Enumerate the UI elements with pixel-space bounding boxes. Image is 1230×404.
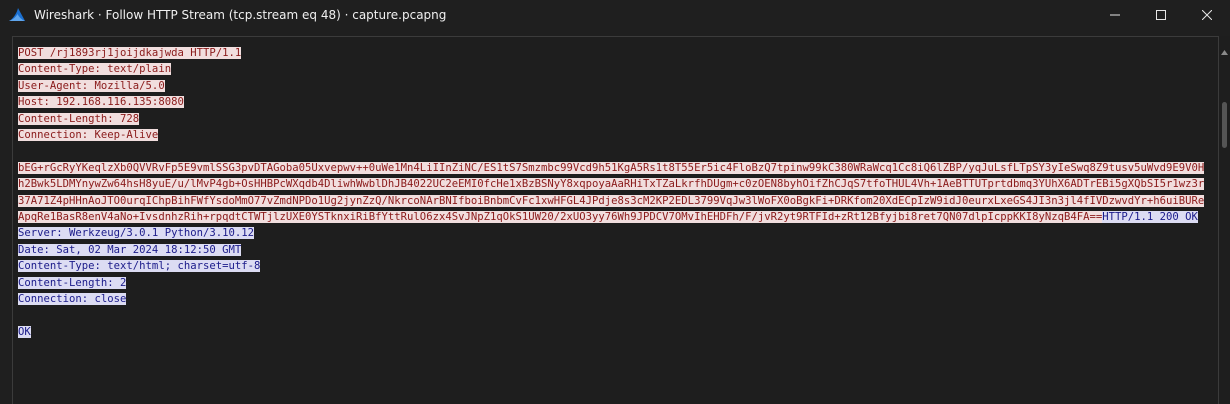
maximize-icon (1156, 10, 1166, 20)
request-body: bEG+rGcRyYKeqlzXb0QVVRvFp5E9vmlSSG3pvDTA… (18, 161, 1205, 224)
response-header: Date: Sat, 02 Mar 2024 18:12:50 GMT (18, 243, 242, 256)
request-header: Host: 192.168.116.135:8080 (18, 96, 184, 109)
response-header: Connection: close (18, 293, 127, 306)
request-header: Content-Type: text/plain (18, 63, 172, 76)
wireshark-fin-icon (8, 6, 26, 24)
request-header: User-Agent: Mozilla/5.0 (18, 79, 165, 92)
minimize-button[interactable] (1092, 0, 1138, 30)
response-header: Server: Werkzeug/3.0.1 Python/3.10.12 (18, 227, 254, 240)
response-header: Content-Length: 2 (18, 276, 127, 289)
close-icon (1202, 10, 1212, 20)
request-header: Connection: Keep-Alive (18, 129, 159, 142)
stream-content: POST /rj1893rj1joijdkajwda HTTP/1.1 Cont… (18, 45, 1208, 340)
close-button[interactable] (1184, 0, 1230, 30)
minimize-icon (1110, 10, 1120, 20)
request-header: Content-Length: 728 (18, 112, 140, 125)
scrollbar-thumb[interactable] (1222, 102, 1227, 148)
vertical-scrollbar[interactable] (1219, 36, 1230, 403)
title-bar[interactable]: Wireshark · Follow HTTP Stream (tcp.stre… (0, 0, 1230, 30)
response-body: OK (18, 325, 31, 338)
scroll-up-arrow-icon[interactable] (1221, 40, 1228, 59)
maximize-button[interactable] (1138, 0, 1184, 30)
response-header: Content-Type: text/html; charset=utf-8 (18, 260, 261, 273)
window-title: Wireshark · Follow HTTP Stream (tcp.stre… (34, 8, 447, 22)
response-status-line: HTTP/1.1 200 OK (1102, 211, 1198, 224)
request-line: POST /rj1893rj1joijdkajwda HTTP/1.1 (18, 47, 242, 59)
stream-text-area[interactable]: POST /rj1893rj1joijdkajwda HTTP/1.1 Cont… (12, 36, 1219, 404)
